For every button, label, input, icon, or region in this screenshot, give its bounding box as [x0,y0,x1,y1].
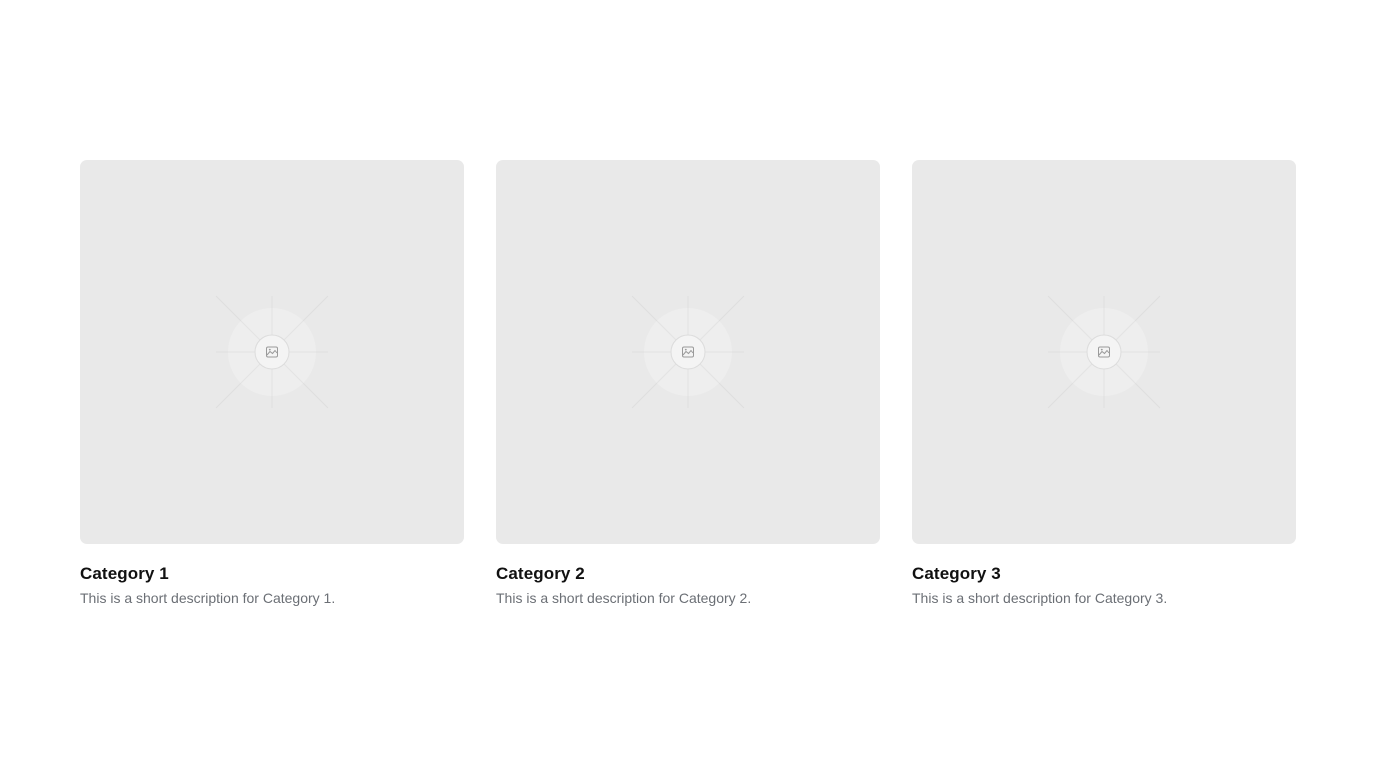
page: Category 1 This is a short description f… [0,0,1376,768]
card-image-placeholder [80,160,464,544]
image-placeholder-icon [1047,295,1161,409]
image-placeholder-icon [215,295,329,409]
category-grid: Category 1 This is a short description f… [80,160,1296,607]
card-description: This is a short description for Category… [912,590,1168,606]
category-card-3[interactable]: Category 3 This is a short description f… [912,160,1296,607]
card-description: This is a short description for Category… [496,590,752,606]
card-title: Category 2 [496,564,585,583]
card-title: Category 3 [912,564,1001,583]
image-placeholder-icon [631,295,745,409]
category-card-2[interactable]: Category 2 This is a short description f… [496,160,880,607]
card-image-placeholder [496,160,880,544]
card-image-placeholder [912,160,1296,544]
card-description: This is a short description for Category… [80,590,336,606]
card-title: Category 1 [80,564,169,583]
category-card-1[interactable]: Category 1 This is a short description f… [80,160,464,607]
